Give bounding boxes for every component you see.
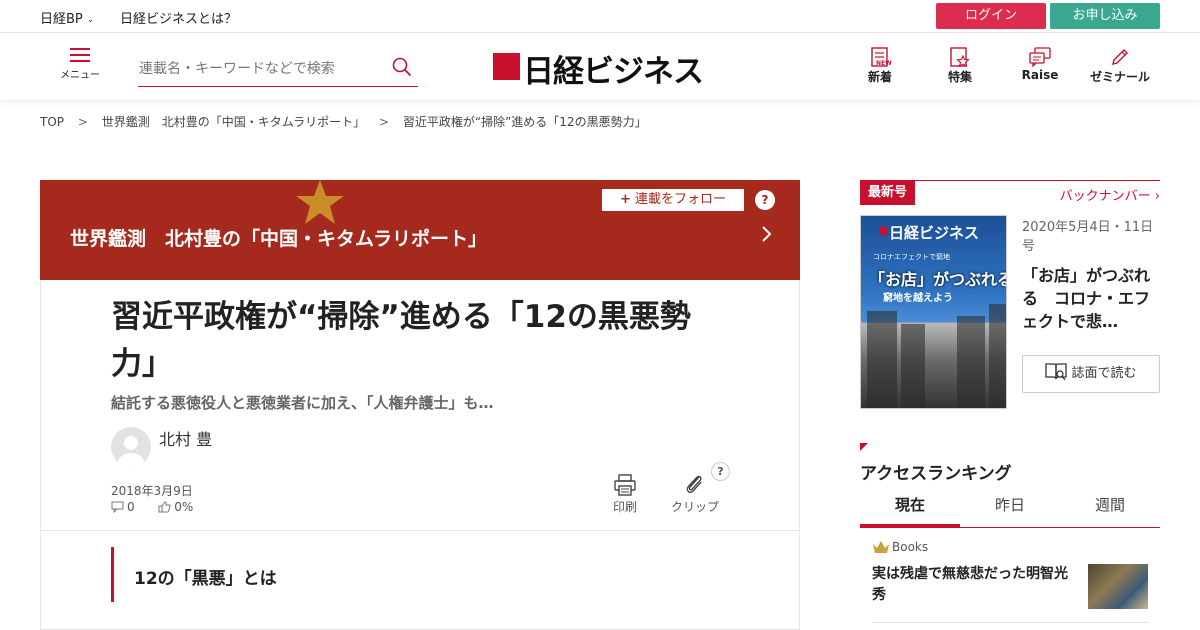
ranking-item[interactable]: Books 実は残虐で無慈悲だった明智光秀 — [872, 540, 1148, 609]
pencil-icon — [1112, 49, 1128, 65]
latest-issue-badge: 最新号 — [860, 181, 916, 205]
backnumber-label: バックナンバー — [1059, 189, 1151, 204]
tab-now[interactable]: 現在 — [860, 490, 960, 527]
breadcrumb-series[interactable]: 世界鑑測 北村豊の「中国・キタムラリポート」 — [102, 115, 365, 129]
plus-icon: + — [620, 192, 631, 207]
clip-help-icon[interactable]: ? — [711, 462, 730, 481]
chevron-down-icon: ⌄ — [86, 15, 95, 25]
thumbs-up-icon — [158, 501, 171, 513]
printer-icon — [614, 474, 636, 496]
ranking-thumbnail[interactable] — [1088, 564, 1148, 609]
nikkei-bp-label: 日経BP — [40, 12, 83, 27]
tab-yesterday[interactable]: 昨日 — [960, 490, 1060, 527]
book-icon — [1045, 363, 1068, 381]
print-button[interactable]: 印刷 — [613, 474, 637, 515]
divider — [41, 530, 799, 531]
issue-date: 2020年5月4日・11日号 — [1022, 220, 1154, 254]
cover-line-1: コロナエフェクトで窮地 — [873, 253, 950, 261]
article-title: 習近平政権が“掃除”進める「12の黒悪勢力」 — [111, 299, 691, 382]
clip-label: クリップ — [671, 500, 720, 514]
like-percent: 0% — [174, 500, 194, 514]
breadcrumb: TOP > 世界鑑測 北村豊の「中国・キタムラリポート」 > 習近平政権が“掃除… — [40, 113, 647, 130]
chevron-right-icon: › — [1154, 189, 1160, 204]
about-link[interactable]: 日経ビジネスとは？ — [120, 8, 237, 27]
ranking-category: Books — [872, 540, 1148, 554]
nav-seminar[interactable]: ゼミナール — [1085, 47, 1155, 85]
apply-button[interactable]: お申し込み — [1050, 3, 1160, 29]
search-icon[interactable] — [392, 57, 412, 77]
ranking-category-label: Books — [892, 540, 929, 554]
section-heading-text: 12の「黒悪」とは — [134, 569, 277, 589]
latest-issue-header: 最新号 バックナンバー › — [860, 180, 1160, 205]
person-icon — [118, 436, 144, 467]
hamburger-icon — [70, 48, 90, 62]
section-heading: 12の「黒悪」とは — [111, 547, 671, 602]
breadcrumb-current: 習近平政権が“掃除”進める「12の黒悪勢力」 — [402, 115, 647, 129]
article-card: 習近平政権が“掃除”進める「12の黒悪勢力」 結託する悪徳役人と悪徳業者に加え、… — [40, 280, 800, 630]
menu-label: メニュー — [60, 70, 100, 81]
nav-new-label: 新着 — [867, 70, 892, 84]
follow-series-button[interactable]: + 連載をフォロー — [602, 189, 744, 211]
author-avatar[interactable] — [111, 427, 151, 467]
issue-title[interactable]: 「お店」がつぶれる コロナ・エフェクトで悲… — [1022, 264, 1162, 333]
nikkei-bp-link[interactable]: 日経BP ⌄ — [40, 8, 94, 27]
backnumber-link[interactable]: バックナンバー › — [1060, 185, 1160, 204]
breadcrumb-separator: > — [378, 115, 390, 129]
cover-headline: 「お店」がつぶれる — [869, 270, 1007, 289]
star-document-icon — [950, 47, 970, 67]
cover-logo-mark-icon — [879, 227, 887, 235]
cover-logo: 日経ビジネス — [889, 224, 980, 242]
divider — [872, 622, 1148, 623]
nav-raise-label: Raise — [1021, 68, 1059, 82]
ranking-title: アクセスランキング — [860, 464, 1012, 484]
comment-count: 0 — [127, 500, 135, 514]
search-placeholder: 連載名・キーワードなどで検索 — [139, 61, 335, 77]
article-subtitle: 結託する悪徳役人と悪徳業者に加え、「人権弁護士」も… — [111, 394, 494, 412]
nav-seminar-label: ゼミナール — [1089, 70, 1150, 84]
clip-button[interactable]: クリップ — [671, 474, 719, 515]
follow-label: 連載をフォロー — [634, 192, 726, 207]
print-label: 印刷 — [613, 500, 638, 514]
ranking-marker-icon — [860, 443, 868, 451]
author-name[interactable]: 北村 豊 — [159, 426, 212, 450]
speech-bubbles-icon — [1029, 47, 1051, 67]
breadcrumb-separator: > — [77, 115, 88, 129]
ranking-tabs: 現在 昨日 週間 — [860, 490, 1160, 528]
read-issue-button[interactable]: 誌面で読む — [1022, 355, 1160, 393]
paperclip-icon — [686, 475, 702, 493]
magazine-cover[interactable]: 日経ビジネス コロナエフェクトで窮地 「お店」がつぶれる 窮地を越えよう — [860, 215, 1007, 409]
new-badge: NEW — [876, 60, 892, 67]
breadcrumb-top[interactable]: TOP — [40, 115, 64, 129]
follow-help-icon[interactable]: ? — [755, 190, 775, 210]
menu-button[interactable]: メニュー — [58, 48, 102, 88]
search-input[interactable]: 連載名・キーワードなどで検索 — [138, 53, 418, 87]
tab-weekly[interactable]: 週間 — [1060, 490, 1160, 527]
star-decoration-icon — [296, 180, 344, 224]
crown-icon — [873, 541, 889, 553]
nav-feature[interactable]: 特集 — [925, 47, 995, 85]
publish-date: 2018年3月9日 — [111, 484, 193, 498]
comment-icon — [111, 501, 124, 513]
series-title[interactable]: 世界鑑測 北村豊の「中国・キタムラリポート」 — [70, 224, 487, 251]
chevron-right-icon[interactable] — [758, 224, 774, 244]
top-bar: 日経BP ⌄ 日経ビジネスとは？ ログイン お申し込み — [0, 0, 1200, 33]
ranking-item-title[interactable]: 実は残虐で無慈悲だった明智光秀 — [872, 564, 1078, 606]
login-button[interactable]: ログイン — [936, 3, 1046, 29]
nav-new[interactable]: NEW 新着 — [845, 47, 915, 85]
series-banner[interactable]: 世界鑑測 北村豊の「中国・キタムラリポート」 + 連載をフォロー ? — [40, 180, 800, 280]
logo-text: 日経ビジネス — [523, 54, 704, 90]
article-stats: 0 0% — [111, 500, 193, 514]
read-issue-label: 誌面で読む — [1071, 366, 1137, 381]
site-header: メニュー 連載名・キーワードなどで検索 日経ビジネス NEW 新着 特集 Rai… — [0, 33, 1200, 100]
nav-raise[interactable]: Raise — [1005, 47, 1075, 82]
nav-feature-label: 特集 — [947, 70, 972, 84]
logo-mark-icon — [493, 53, 520, 80]
cover-line-3: 窮地を越えよう — [883, 293, 953, 304]
